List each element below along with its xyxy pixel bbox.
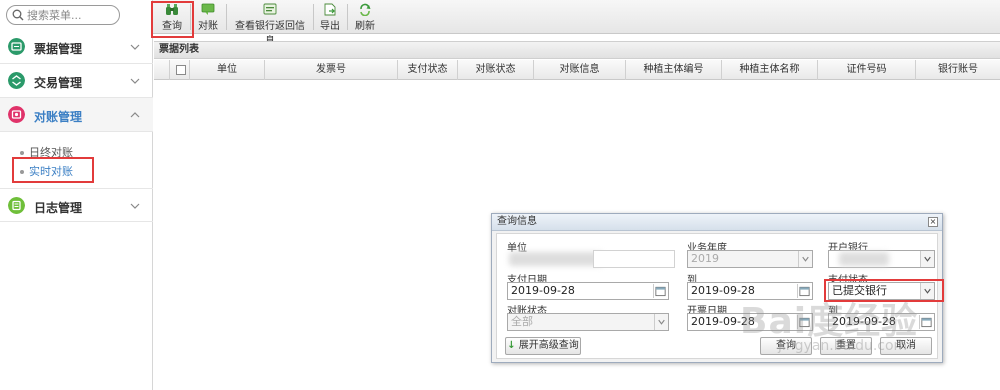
query-button[interactable]: 查询 [159, 2, 185, 32]
calendar-icon[interactable] [797, 284, 811, 298]
arrow-down-icon: ↓ [507, 340, 516, 351]
query-dialog: 查询信息 × 单位 业务年度 2019 开户银行 支付日期 2019-09-28… [491, 213, 943, 363]
calendar-icon[interactable] [919, 315, 933, 329]
chevron-down-icon[interactable] [130, 76, 140, 86]
dialog-title[interactable]: 查询信息 [492, 214, 942, 231]
column-header[interactable]: 种植主体名称 [722, 60, 818, 80]
reconcile-button[interactable]: 对账 [195, 2, 221, 32]
pay-date-to-field[interactable]: 2019-09-28 [687, 282, 813, 300]
calendar-icon[interactable] [797, 315, 811, 329]
bullet-icon [20, 170, 24, 174]
dialog-cancel-button[interactable]: 取消 [880, 337, 932, 355]
column-header[interactable]: 对账信息 [534, 60, 626, 80]
dropdown-arrow-icon [920, 283, 934, 299]
invoice-date-from-value: 2019-09-28 [691, 315, 755, 328]
chevron-down-icon[interactable] [130, 42, 140, 52]
menu-group-label: 票据管理 [34, 42, 83, 56]
export-button[interactable]: 导出 [317, 2, 343, 32]
sidebar-item-label: 实时对账 [29, 165, 73, 178]
menu-group-ticket[interactable]: 票据管理 [0, 30, 153, 64]
menu-group-reconcile[interactable]: 对账管理 [0, 98, 153, 132]
invoice-date-to-field[interactable]: 2019-09-28 [828, 313, 935, 331]
select-all-checkbox[interactable] [176, 65, 186, 75]
chevron-up-icon[interactable] [130, 110, 140, 120]
toolbar-divider [226, 4, 227, 30]
toolbar-divider [313, 4, 314, 30]
menu-group-label: 日志管理 [34, 201, 83, 215]
pay-date-from-field[interactable]: 2019-09-28 [507, 282, 669, 300]
invoice-date-from-field[interactable]: 2019-09-28 [687, 313, 813, 331]
toolbar-divider [190, 4, 191, 30]
unit-field[interactable] [593, 250, 675, 268]
sidebar-item-realtime-reconcile[interactable]: 实时对账 [20, 163, 73, 179]
reconcile-button-label: 对账 [198, 21, 218, 32]
unit-value-redacted [509, 252, 603, 266]
query-button-label: 查询 [162, 21, 182, 32]
sidebar: 票据管理 交易管理 对账管理 日终对账 实时对账 日 [0, 0, 153, 390]
view-bank-info-button[interactable]: 查看银行返回信息 [231, 2, 309, 47]
export-icon [324, 3, 336, 16]
column-header[interactable]: 单位 [190, 60, 265, 80]
menu-group-trade[interactable]: 交易管理 [0, 64, 153, 98]
pay-date-to-value: 2019-09-28 [691, 284, 755, 297]
reconcile-icon [8, 106, 25, 123]
close-icon[interactable]: × [928, 217, 938, 227]
grid-header: 单位 发票号 支付状态 对账状态 对账信息 种植主体编号 种植主体名称 证件号码… [154, 60, 1000, 80]
column-header[interactable]: 对账状态 [458, 60, 534, 80]
search-icon [12, 9, 24, 21]
menu-group-label: 对账管理 [34, 110, 83, 124]
dropdown-arrow-icon [920, 251, 934, 267]
sidebar-item-label: 日终对账 [29, 146, 73, 159]
bank-select[interactable] [828, 250, 935, 268]
dialog-title-text: 查询信息 [497, 216, 537, 227]
calendar-icon[interactable] [653, 284, 667, 298]
reconcile-status-value: 全部 [511, 315, 533, 328]
refresh-icon [360, 3, 371, 16]
row-number-column [154, 60, 170, 80]
column-header[interactable]: 支付状态 [398, 60, 458, 80]
column-header[interactable]: 发票号 [265, 60, 398, 80]
column-header[interactable]: 证件号码 [818, 60, 916, 80]
chevron-down-icon[interactable] [130, 201, 140, 211]
toolbar: 查询 对账 查看银行返回信息 导出 刷新 [153, 0, 1000, 47]
year-value: 2019 [691, 252, 719, 265]
menu-group-label: 交易管理 [34, 76, 83, 90]
log-icon [8, 197, 25, 214]
menu-search-box[interactable] [6, 5, 120, 25]
export-button-label: 导出 [320, 21, 340, 32]
dialog-body: 单位 业务年度 2019 开户银行 支付日期 2019-09-28 到 2019… [496, 233, 938, 359]
invoice-date-to-value: 2019-09-28 [832, 315, 896, 328]
reconcile-icon [201, 3, 215, 15]
dropdown-arrow-icon [798, 251, 812, 267]
toolbar-divider [347, 4, 348, 30]
expand-advanced-query-button[interactable]: ↓ 展开高级查询 [505, 337, 581, 355]
year-select[interactable]: 2019 [687, 250, 813, 268]
dropdown-arrow-icon [654, 314, 668, 330]
binoculars-icon [166, 4, 178, 15]
pay-date-from-value: 2019-09-28 [511, 284, 575, 297]
grid-title: 票据列表 [154, 41, 1000, 59]
ticket-icon [8, 38, 25, 55]
column-header[interactable]: 银行账号 [916, 60, 1000, 80]
expand-advanced-query-label: 展开高级查询 [518, 340, 579, 351]
sidebar-item-daily-reconcile[interactable]: 日终对账 [20, 144, 73, 160]
refresh-button[interactable]: 刷新 [352, 2, 378, 32]
refresh-button-label: 刷新 [355, 21, 375, 32]
bullet-icon [20, 151, 24, 155]
dialog-query-button[interactable]: 查询 [760, 337, 812, 355]
reconcile-status-select[interactable]: 全部 [507, 313, 669, 331]
dialog-reset-button[interactable]: 重置 [820, 337, 872, 355]
pay-status-select[interactable]: 已提交银行 [828, 282, 935, 300]
pay-status-value: 已提交银行 [832, 284, 887, 297]
menu-group-log[interactable]: 日志管理 [0, 188, 153, 222]
bank-info-icon [263, 3, 277, 15]
exchange-icon [8, 72, 25, 89]
menu-search-input[interactable] [27, 7, 115, 23]
bank-value-redacted [839, 252, 889, 266]
column-header[interactable]: 种植主体编号 [626, 60, 722, 80]
